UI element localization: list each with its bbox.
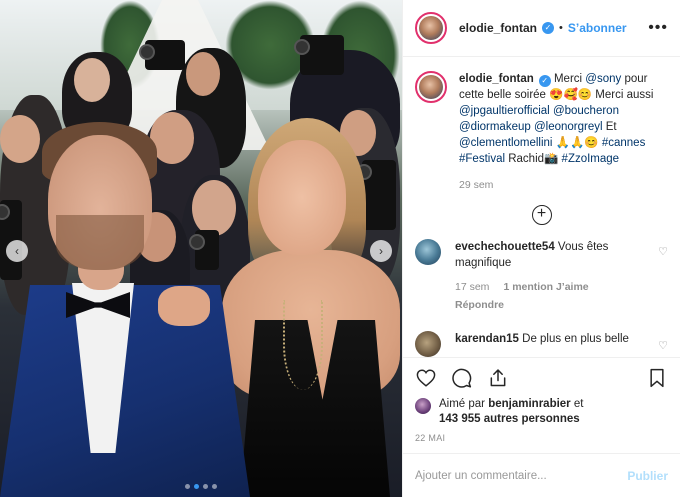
hashtag-link[interactable]: #Festival bbox=[459, 153, 505, 165]
crowd-face bbox=[186, 52, 220, 96]
carousel-dot-active[interactable] bbox=[194, 484, 199, 489]
separator-dot: • bbox=[559, 22, 563, 34]
woman-face bbox=[258, 140, 346, 255]
add-comment-bar: Publier bbox=[403, 453, 680, 497]
heart-icon[interactable] bbox=[415, 367, 437, 389]
plus-circle-icon[interactable]: + bbox=[531, 205, 552, 225]
woman-hand bbox=[158, 286, 210, 326]
post-header: elodie_fontan ✓ • S’abonner ••• bbox=[403, 0, 680, 57]
likes-summary: Aimé par benjaminrabier et 143 955 autre… bbox=[403, 397, 680, 427]
load-more: + bbox=[415, 205, 668, 225]
mention-link[interactable]: @clementlomellini bbox=[459, 137, 552, 149]
avatar-image bbox=[419, 75, 443, 99]
crowd-face bbox=[192, 180, 236, 236]
post-photo[interactable]: ‹ › bbox=[0, 0, 402, 497]
caption-fragment: Rachid📸 bbox=[505, 153, 562, 165]
comments-list[interactable]: elodie_fontan ✓ Merci @sony pour cette be… bbox=[403, 57, 680, 357]
comment-username[interactable]: evechechouette54 bbox=[455, 241, 555, 253]
carousel-dots bbox=[185, 484, 217, 489]
chevron-left-icon[interactable]: ‹ bbox=[6, 240, 28, 262]
caption-avatar[interactable] bbox=[415, 71, 447, 103]
comment-item: karendan15 De plus en plus belle ♡ bbox=[415, 331, 668, 357]
comment-item: evechechouette54 Vous êtes magnifique 17… bbox=[415, 239, 668, 313]
comment-body: evechechouette54 Vous êtes magnifique 17… bbox=[455, 239, 668, 313]
mention-link[interactable]: @sony bbox=[585, 73, 621, 85]
camera-icon bbox=[189, 230, 219, 270]
verified-icon: ✓ bbox=[542, 22, 555, 34]
comment-username[interactable]: karendan15 bbox=[455, 333, 519, 345]
publish-button[interactable]: Publier bbox=[627, 469, 668, 483]
action-bar bbox=[403, 357, 680, 397]
reply-button[interactable]: Répondre bbox=[455, 297, 654, 313]
comment-likes[interactable]: 1 mention J’aime bbox=[503, 279, 588, 295]
carousel-dot[interactable] bbox=[185, 484, 190, 489]
comment-icon[interactable] bbox=[451, 367, 473, 389]
liker-avatar[interactable] bbox=[415, 398, 431, 414]
mention-link[interactable]: @boucheron bbox=[553, 105, 619, 117]
comment-body: karendan15 De plus en plus belle bbox=[455, 331, 668, 357]
carousel-dot[interactable] bbox=[203, 484, 208, 489]
caption-text: elodie_fontan ✓ Merci @sony pour cette be… bbox=[459, 71, 668, 193]
more-options-icon[interactable]: ••• bbox=[648, 19, 668, 37]
likes-text: Aimé par benjaminrabier et 143 955 autre… bbox=[439, 397, 583, 427]
header-username[interactable]: elodie_fontan bbox=[459, 21, 537, 35]
caption-username[interactable]: elodie_fontan bbox=[459, 73, 534, 85]
caption-fragment: 🙏🙏😊 bbox=[552, 137, 602, 149]
likes-prefix: Aimé par bbox=[439, 398, 489, 410]
likes-and: et bbox=[570, 398, 584, 410]
comment-time[interactable]: 17 sem bbox=[455, 279, 489, 295]
comment-avatar[interactable] bbox=[415, 239, 441, 265]
liker-username[interactable]: benjaminrabier bbox=[488, 398, 570, 410]
heart-icon[interactable]: ♡ bbox=[658, 339, 668, 352]
caption: elodie_fontan ✓ Merci @sony pour cette be… bbox=[415, 71, 668, 193]
share-icon[interactable] bbox=[487, 367, 509, 389]
camera-icon bbox=[139, 40, 185, 70]
mention-link[interactable]: @diormakeup bbox=[459, 121, 531, 133]
verified-icon: ✓ bbox=[538, 75, 551, 87]
caption-fragment: Et bbox=[602, 121, 617, 133]
man-beard bbox=[56, 215, 144, 270]
avatar-image bbox=[419, 16, 443, 40]
mention-link[interactable]: @leonorgreyl bbox=[534, 121, 603, 133]
comment-avatar[interactable] bbox=[415, 331, 441, 357]
comment-text: De plus en plus belle bbox=[522, 333, 629, 345]
bookmark-icon[interactable] bbox=[646, 367, 668, 389]
instagram-post: ‹ › elodie_fontan ✓ • S’abonner ••• elod… bbox=[0, 0, 680, 497]
caption-time[interactable]: 29 sem bbox=[459, 177, 668, 193]
camera-icon bbox=[356, 160, 396, 230]
post-sidebar: elodie_fontan ✓ • S’abonner ••• elodie_f… bbox=[402, 0, 680, 497]
mention-link[interactable]: @jpgaultierofficial bbox=[459, 105, 550, 117]
carousel-dot[interactable] bbox=[212, 484, 217, 489]
crowd-face bbox=[0, 115, 40, 163]
heart-icon[interactable]: ♡ bbox=[658, 245, 668, 258]
hashtag-link[interactable]: #ZzoImage bbox=[562, 153, 620, 165]
post-date[interactable]: 22 MAI bbox=[403, 427, 680, 453]
comment-input[interactable] bbox=[415, 469, 628, 482]
crowd-face bbox=[74, 58, 110, 102]
avatar[interactable] bbox=[415, 12, 447, 44]
camera-icon bbox=[294, 35, 344, 75]
necklace bbox=[283, 300, 323, 390]
chevron-right-icon[interactable]: › bbox=[370, 240, 392, 262]
comment-meta: 17 sem 1 mention J’aime bbox=[455, 279, 654, 295]
caption-fragment: Merci bbox=[553, 73, 586, 85]
likes-count[interactable]: 143 955 autres personnes bbox=[439, 413, 580, 425]
follow-button[interactable]: S’abonner bbox=[568, 21, 627, 35]
hashtag-link[interactable]: #cannes bbox=[602, 137, 645, 149]
